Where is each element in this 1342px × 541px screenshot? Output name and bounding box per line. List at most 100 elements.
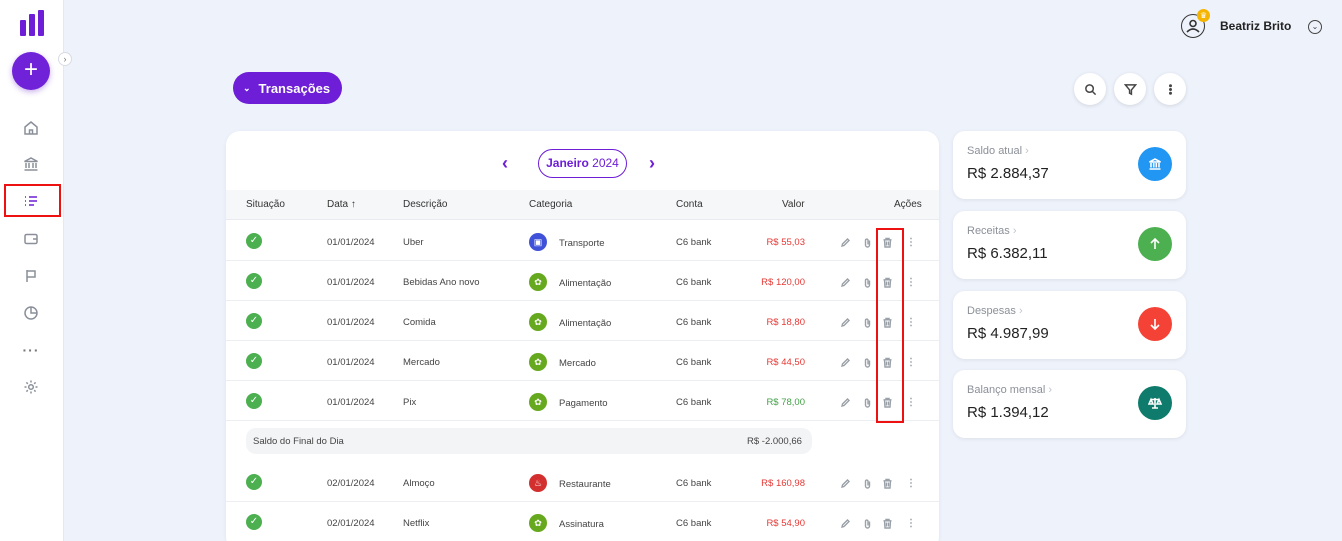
row-account: C6 bank <box>676 478 712 489</box>
edit-icon[interactable] <box>840 478 851 492</box>
transactions-label: Transações <box>258 80 331 96</box>
edit-icon[interactable] <box>840 397 851 411</box>
sidebar-collapse-button[interactable]: › <box>58 52 72 66</box>
filter-button[interactable] <box>1114 73 1146 105</box>
row-value: R$ 160,98 <box>761 478 805 489</box>
summary-card[interactable]: Despesas › R$ 4.987,99 <box>953 291 1186 359</box>
row-date: 02/01/2024 <box>327 478 375 489</box>
attachment-icon[interactable] <box>862 237 873 251</box>
row-date: 01/01/2024 <box>327 317 375 328</box>
more-vertical-icon[interactable]: ⋮ <box>906 518 916 529</box>
row-value: R$ 18,80 <box>766 317 805 328</box>
bank-icon <box>24 157 38 171</box>
wallet-icon <box>24 233 38 245</box>
col-value[interactable]: Valor <box>782 199 805 210</box>
table-row[interactable]: ✓ 01/01/2024 Uber ▣ Transporte C6 bank R… <box>226 221 939 261</box>
row-account: C6 bank <box>676 357 712 368</box>
table-row[interactable]: ✓ 02/01/2024 Netflix ✿ Assinatura C6 ban… <box>226 502 939 541</box>
search-button[interactable] <box>1074 73 1106 105</box>
status-check-icon[interactable]: ✓ <box>246 233 262 249</box>
table-header: Situação Data ↑ Descrição Categoria Cont… <box>226 190 939 220</box>
month-year: 2024 <box>592 156 619 170</box>
more-vertical-icon[interactable]: ⋮ <box>906 237 916 248</box>
month-name: Janeiro <box>546 156 589 170</box>
row-account: C6 bank <box>676 317 712 328</box>
nav-accounts[interactable] <box>20 153 42 175</box>
chevron-down-icon[interactable]: ⌄ <box>1308 20 1322 34</box>
status-check-icon[interactable]: ✓ <box>246 393 262 409</box>
nav-cards[interactable] <box>20 228 42 250</box>
app-logo[interactable] <box>20 10 44 36</box>
summary-amount: R$ 2.884,37 <box>967 165 1049 182</box>
row-value: R$ 120,00 <box>761 277 805 288</box>
table-row[interactable]: ✓ 01/01/2024 Mercado ✿ Mercado C6 bank R… <box>226 341 939 381</box>
utensils-icon: ♨ <box>529 474 547 492</box>
more-vertical-icon[interactable]: ⋮ <box>906 478 916 489</box>
bus-icon: ▣ <box>529 233 547 251</box>
trash-icon[interactable] <box>882 518 893 532</box>
status-check-icon[interactable]: ✓ <box>246 313 262 329</box>
add-transaction-button[interactable]: + <box>12 52 50 90</box>
edit-icon[interactable] <box>840 317 851 331</box>
more-vertical-icon <box>1168 83 1172 95</box>
next-month-button[interactable]: › <box>649 153 655 174</box>
month-selector[interactable]: Janeiro 2024 <box>538 149 627 178</box>
table-row[interactable]: ✓ 01/01/2024 Pix ✿ Pagamento C6 bank R$ … <box>226 381 939 421</box>
col-category[interactable]: Categoria <box>529 199 572 210</box>
row-description: Mercado <box>403 357 440 368</box>
status-check-icon[interactable]: ✓ <box>246 273 262 289</box>
arrow-down-icon <box>1138 307 1172 341</box>
attachment-icon[interactable] <box>862 357 873 371</box>
col-description[interactable]: Descrição <box>403 199 447 210</box>
edit-icon[interactable] <box>840 518 851 532</box>
more-vertical-icon[interactable]: ⋮ <box>906 317 916 328</box>
more-options-button[interactable] <box>1154 73 1186 105</box>
row-description: Bebidas Ano novo <box>403 277 480 288</box>
edit-icon[interactable] <box>840 237 851 251</box>
nav-home[interactable] <box>20 117 42 139</box>
row-category: Mercado <box>559 358 596 369</box>
user-menu[interactable]: ♛ Beatriz Brito <box>1181 9 1291 38</box>
edit-icon[interactable] <box>840 357 851 371</box>
status-check-icon[interactable]: ✓ <box>246 514 262 530</box>
summary-label: Balanço mensal › <box>967 384 1053 396</box>
transactions-card: ‹ Janeiro 2024 › Situação Data ↑ Descriç… <box>226 131 939 541</box>
table-row[interactable]: ✓ 02/01/2024 Almoço ♨ Restaurante C6 ban… <box>226 462 939 502</box>
more-vertical-icon[interactable]: ⋮ <box>906 357 916 368</box>
summary-card[interactable]: Saldo atual › R$ 2.884,37 <box>953 131 1186 199</box>
trash-icon[interactable] <box>882 478 893 492</box>
col-account[interactable]: Conta <box>676 199 703 210</box>
edit-icon[interactable] <box>840 277 851 291</box>
chevron-down-icon: ⌄ <box>243 82 251 93</box>
nav-reports[interactable] <box>20 302 42 324</box>
table-row[interactable]: ✓ 01/01/2024 Comida ✿ Alimentação C6 ban… <box>226 301 939 341</box>
food-icon: ✿ <box>529 273 547 291</box>
row-date: 02/01/2024 <box>327 518 375 529</box>
attachment-icon[interactable] <box>862 397 873 411</box>
attachment-icon[interactable] <box>862 518 873 532</box>
transactions-dropdown-button[interactable]: ⌄ Transações <box>233 72 343 104</box>
more-icon[interactable]: ··· <box>20 339 42 361</box>
summary-card[interactable]: Receitas › R$ 6.382,11 <box>953 211 1186 279</box>
search-icon <box>1084 83 1096 95</box>
attachment-icon[interactable] <box>862 317 873 331</box>
table-row[interactable]: ✓ 01/01/2024 Bebidas Ano novo ✿ Alimenta… <box>226 261 939 301</box>
summary-label: Despesas › <box>967 305 1023 317</box>
nav-goals[interactable] <box>20 265 42 287</box>
summary-card[interactable]: Balanço mensal › R$ 1.394,12 <box>953 370 1186 438</box>
attachment-icon[interactable] <box>862 478 873 492</box>
chevron-right-icon: › <box>1048 384 1053 396</box>
status-check-icon[interactable]: ✓ <box>246 474 262 490</box>
status-check-icon[interactable]: ✓ <box>246 353 262 369</box>
more-vertical-icon[interactable]: ⋮ <box>906 397 916 408</box>
food-icon: ✿ <box>529 514 547 532</box>
attachment-icon[interactable] <box>862 277 873 291</box>
more-vertical-icon[interactable]: ⋮ <box>906 277 916 288</box>
col-status[interactable]: Situação <box>246 199 285 210</box>
col-date[interactable]: Data ↑ <box>327 199 356 210</box>
summary-amount: R$ 1.394,12 <box>967 404 1049 421</box>
prev-month-button[interactable]: ‹ <box>502 153 508 174</box>
nav-settings[interactable] <box>20 376 42 398</box>
month-navigator: ‹ Janeiro 2024 › <box>226 149 939 179</box>
summary-amount: R$ 4.987,99 <box>967 325 1049 342</box>
